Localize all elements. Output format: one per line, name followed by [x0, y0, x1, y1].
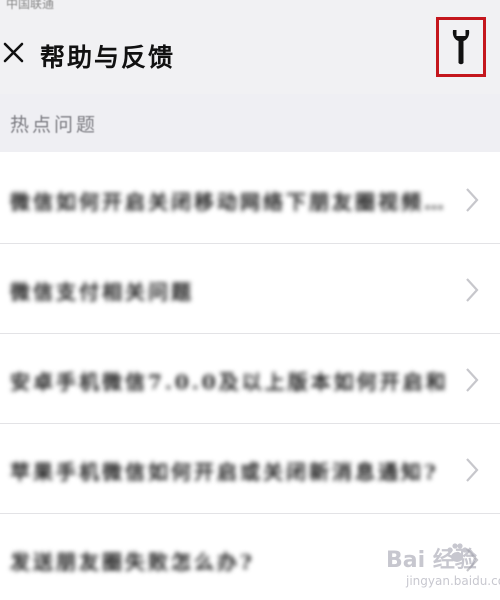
settings-button[interactable]: [436, 17, 486, 77]
page-title: 帮助与反馈: [40, 43, 176, 72]
hot-topics-section-header: 热点问题: [0, 94, 500, 152]
faq-item[interactable]: 安卓手机微信7.0.0及以上版本如何开启和…: [0, 334, 500, 424]
faq-item[interactable]: 发送朋友圈失败怎么办?: [0, 514, 500, 600]
faq-item[interactable]: 苹果手机微信如何开启或关闭新消息通知?: [0, 424, 500, 514]
faq-item-label: 苹果手机微信如何开启或关闭新消息通知?: [10, 460, 439, 484]
faq-item-label: 安卓手机微信7.0.0及以上版本如何开启和…: [10, 370, 450, 394]
carrier-label: 中国联通: [6, 0, 55, 11]
close-icon: [3, 42, 24, 63]
help-feedback-screen: 中国联通 帮助与反馈 热点问题 微信如何开启关闭移动网络下朋友圈视频… 微信支付…: [0, 0, 500, 600]
faq-item-label: 微信如何开启关闭移动网络下朋友圈视频…: [10, 190, 447, 214]
faq-item-label: 发送朋友圈失败怎么办?: [10, 550, 255, 574]
nav-header: 帮助与反馈: [0, 12, 500, 94]
chevron-right-icon: [466, 188, 479, 212]
chevron-right-icon: [466, 368, 479, 392]
faq-item[interactable]: 微信支付相关问题: [0, 244, 500, 334]
section-title: 热点问题: [10, 114, 99, 136]
chevron-right-icon: [466, 548, 479, 572]
status-bar: 中国联通: [0, 0, 500, 12]
faq-item[interactable]: 微信如何开启关闭移动网络下朋友圈视频…: [0, 154, 500, 244]
wrench-icon: [452, 30, 470, 65]
faq-item-label: 微信支付相关问题: [10, 280, 194, 304]
chevron-right-icon: [466, 458, 479, 482]
close-button[interactable]: [0, 32, 30, 70]
faq-list: 微信如何开启关闭移动网络下朋友圈视频… 微信支付相关问题 安卓手机微信7.0.0…: [0, 154, 500, 600]
chevron-right-icon: [466, 278, 479, 302]
